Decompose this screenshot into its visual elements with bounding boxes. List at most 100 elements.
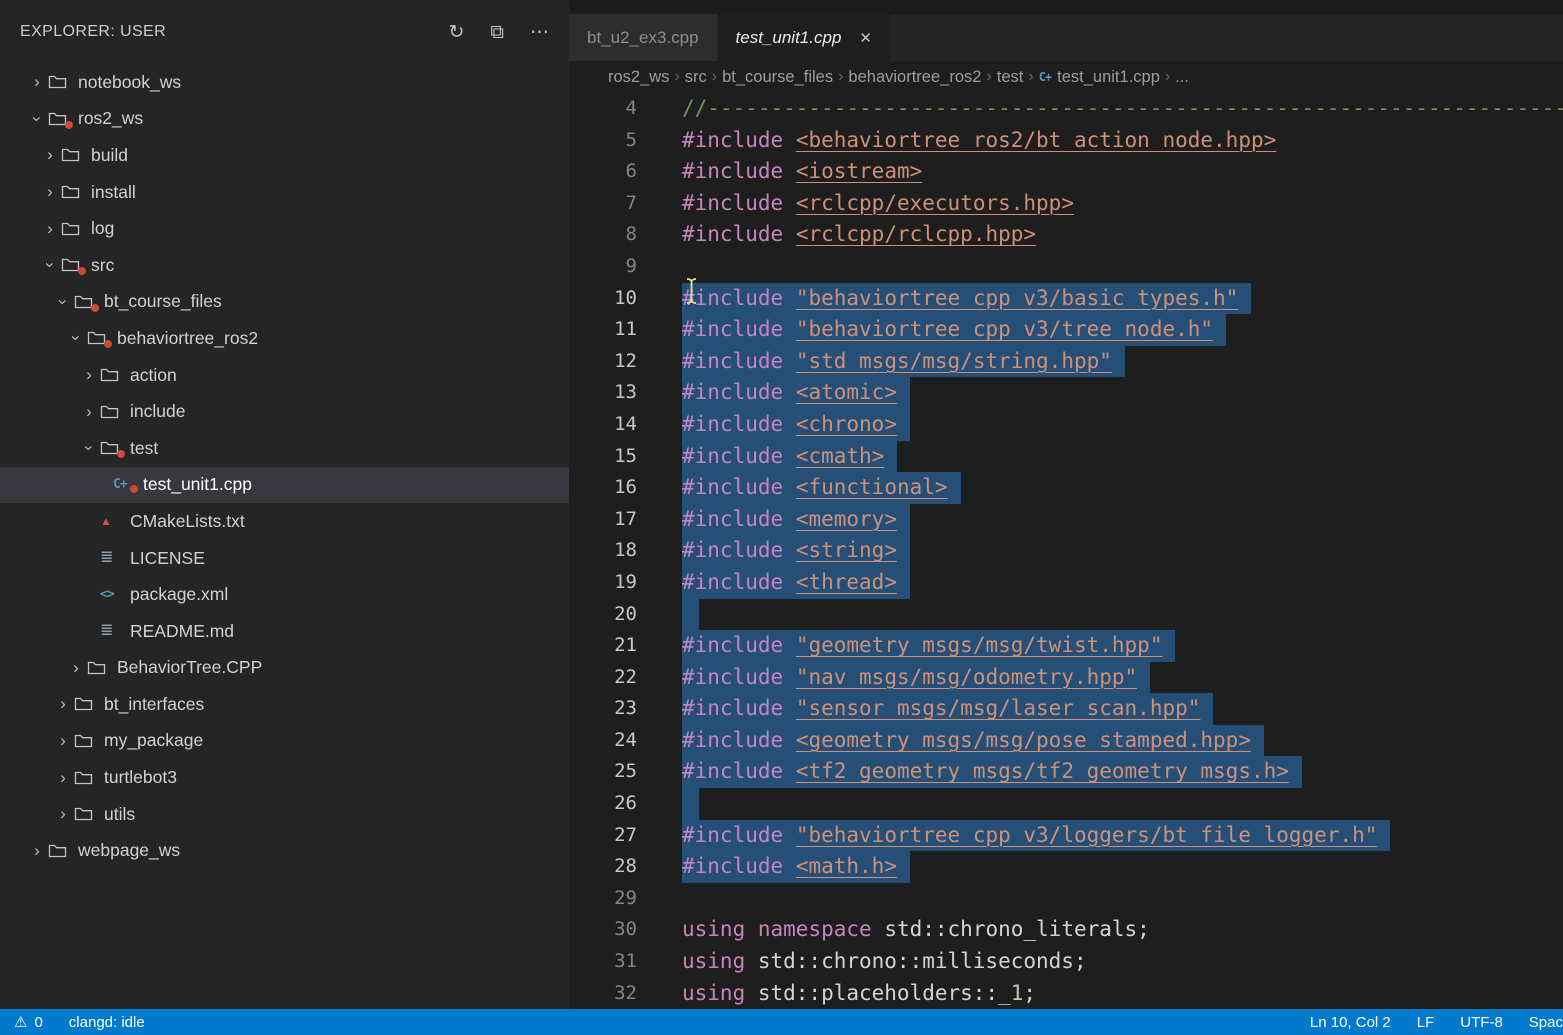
chevron-right-icon[interactable]: › [52,731,74,751]
code-line[interactable]: 25#include <tf2_geometry_msgs/tf2_geomet… [569,756,1563,788]
line-number[interactable]: 23 [569,693,637,725]
line-number[interactable]: 13 [569,377,637,409]
code-line[interactable]: 22#include "nav_msgs/msg/odometry.hpp" [569,662,1563,694]
line-number[interactable]: 7 [569,188,637,220]
chevron-right-icon[interactable]: › [26,72,48,92]
code-line[interactable]: 23#include "sensor_msgs/msg/laser_scan.h… [569,693,1563,725]
tree-item-package-xml[interactable]: <>package.xml [0,576,569,613]
code-line[interactable]: 32using std::placeholders::_1; [569,978,1563,1010]
line-number[interactable]: 24 [569,725,637,757]
line-number[interactable]: 8 [569,219,637,251]
code-line[interactable]: 13#include <atomic> [569,377,1563,409]
tab-bt-u2-ex3-cpp[interactable]: bt_u2_ex3.cpp [569,14,717,61]
line-number[interactable]: 15 [569,441,637,473]
indentation-indicator[interactable]: Spac [1529,1014,1563,1031]
clangd-status[interactable]: clangd: idle [69,1014,145,1031]
code-line[interactable]: 28#include <math.h> [569,851,1563,883]
tree-item-license[interactable]: ≣LICENSE [0,540,569,577]
chevron-down-icon[interactable]: › [27,108,47,130]
code-line[interactable]: 30using namespace std::chrono_literals; [569,914,1563,946]
code-editor[interactable]: 4//-------------------------------------… [569,93,1563,1035]
tree-item-install[interactable]: ›install [0,174,569,211]
line-number[interactable]: 19 [569,567,637,599]
code-line[interactable]: 4//-------------------------------------… [569,93,1563,125]
breadcrumb-item[interactable]: ... [1175,68,1189,87]
line-number[interactable]: 11 [569,314,637,346]
line-number[interactable]: 25 [569,756,637,788]
tree-item-my-package[interactable]: ›my_package [0,723,569,760]
chevron-right-icon[interactable]: › [52,768,74,788]
chevron-right-icon[interactable]: › [65,658,87,678]
breadcrumb-item[interactable]: src [685,68,707,87]
line-number[interactable]: 5 [569,125,637,157]
line-number[interactable]: 28 [569,851,637,883]
line-number[interactable]: 31 [569,946,637,978]
line-number[interactable]: 32 [569,978,637,1010]
chevron-right-icon[interactable]: › [78,365,100,385]
line-number[interactable]: 20 [569,599,637,631]
code-line[interactable]: 7#include <rclcpp/executors.hpp> [569,188,1563,220]
line-number[interactable]: 16 [569,472,637,504]
code-line[interactable]: 26 [569,788,1563,820]
code-line[interactable]: 19#include <thread> [569,567,1563,599]
refresh-icon[interactable]: ↻ [449,23,465,42]
code-line[interactable]: 14#include <chrono> [569,409,1563,441]
code-line[interactable]: 17#include <memory> [569,504,1563,536]
line-number[interactable]: 9 [569,251,637,283]
code-line[interactable]: 15#include <cmath> [569,441,1563,473]
chevron-right-icon[interactable]: › [52,804,74,824]
code-line[interactable]: 18#include <string> [569,535,1563,567]
line-number[interactable]: 18 [569,535,637,567]
close-icon[interactable]: ✕ [859,29,872,47]
collapse-folders-icon[interactable]: ⧉ [490,23,504,42]
cursor-position[interactable]: Ln 10, Col 2 [1310,1014,1391,1031]
tree-item-build[interactable]: ›build [0,137,569,174]
line-number[interactable]: 30 [569,914,637,946]
chevron-down-icon[interactable]: › [66,327,86,349]
code-line[interactable]: 12#include "std_msgs/msg/string.hpp" [569,346,1563,378]
code-line[interactable]: 29 [569,883,1563,915]
tree-item-behaviortree-ros2[interactable]: ›behaviortree_ros2 [0,320,569,357]
chevron-right-icon[interactable]: › [39,219,61,239]
line-number[interactable]: 4 [569,93,637,125]
tree-item-utils[interactable]: ›utils [0,796,569,833]
code-line[interactable]: 6#include <iostream> [569,156,1563,188]
chevron-right-icon[interactable]: › [78,402,100,422]
code-line[interactable]: 5#include <behaviortree_ros2/bt_action_n… [569,125,1563,157]
chevron-down-icon[interactable]: › [53,291,73,313]
tree-item-include[interactable]: ›include [0,393,569,430]
tree-item-bt-course-files[interactable]: ›bt_course_files [0,284,569,321]
tab-test-unit1-cpp[interactable]: test_unit1.cpp✕ [718,14,890,61]
problems-indicator[interactable]: ⚠0 [14,1013,43,1031]
tree-item-turtlebot3[interactable]: ›turtlebot3 [0,759,569,796]
line-number[interactable]: 26 [569,788,637,820]
tree-item-action[interactable]: ›action [0,357,569,394]
chevron-down-icon[interactable]: › [79,437,99,459]
breadcrumb-item[interactable]: bt_course_files [722,68,833,87]
tree-item-behaviortree-cpp[interactable]: ›BehaviorTree.CPP [0,650,569,687]
code-line[interactable]: 24#include <geometry_msgs/msg/pose_stamp… [569,725,1563,757]
code-line[interactable]: 16#include <functional> [569,472,1563,504]
code-line[interactable]: 27#include "behaviortree_cpp_v3/loggers/… [569,820,1563,852]
line-number[interactable]: 17 [569,504,637,536]
line-number[interactable]: 6 [569,156,637,188]
chevron-right-icon[interactable]: › [52,694,74,714]
chevron-down-icon[interactable]: › [40,254,60,276]
line-number[interactable]: 21 [569,630,637,662]
line-number[interactable]: 27 [569,820,637,852]
code-line[interactable]: 9 [569,251,1563,283]
line-number[interactable]: 29 [569,883,637,915]
code-line[interactable]: 10#include "behaviortree_cpp_v3/basic_ty… [569,283,1563,315]
code-line[interactable]: 11#include "behaviortree_cpp_v3/tree_nod… [569,314,1563,346]
eol-sequence[interactable]: LF [1417,1014,1435,1031]
code-line[interactable]: 31using std::chrono::milliseconds; [569,946,1563,978]
chevron-right-icon[interactable]: › [39,145,61,165]
tree-item-test-unit1-cpp[interactable]: C+test_unit1.cpp [0,467,569,504]
code-line[interactable]: 20 [569,599,1563,631]
tree-item-bt-interfaces[interactable]: ›bt_interfaces [0,686,569,723]
tree-item-readme-md[interactable]: ≣README.md [0,613,569,650]
more-actions-icon[interactable]: ⋯ [530,23,549,42]
breadcrumb-item[interactable]: behaviortree_ros2 [848,68,981,87]
chevron-right-icon[interactable]: › [39,182,61,202]
line-number[interactable]: 14 [569,409,637,441]
